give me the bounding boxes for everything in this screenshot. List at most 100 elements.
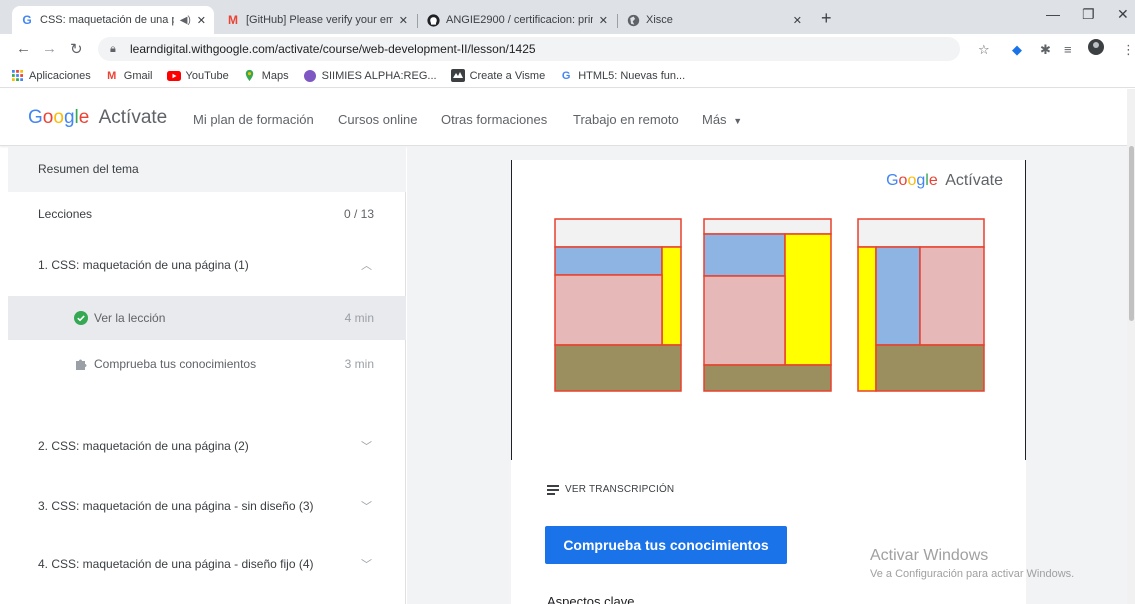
forward-arrow-icon[interactable]: →: [42, 40, 57, 57]
nav-otras-formaciones[interactable]: Otras formaciones: [441, 112, 547, 127]
layout-diagram: [554, 218, 985, 392]
view-transcript-link[interactable]: VER TRANSCRIPCIÓN: [547, 484, 674, 495]
bookmark-aplicaciones[interactable]: Aplicaciones: [10, 69, 91, 83]
bookmark-maps[interactable]: Maps: [243, 69, 289, 83]
lesson-video-frame[interactable]: Google Actívate: [511, 160, 1026, 460]
media-queue-icon[interactable]: ≡: [1064, 42, 1072, 57]
extension-graduation-icon[interactable]: ◆: [1012, 42, 1022, 58]
bookmark-visme[interactable]: Create a Visme: [450, 69, 546, 83]
close-tab-icon[interactable]: ✕: [399, 14, 408, 27]
bookmark-label: HTML5: Nuevas fun...: [578, 69, 686, 82]
bookmark-label: SIIMIES ALPHA:REG...: [321, 69, 437, 82]
reload-icon[interactable]: ↻: [70, 40, 83, 58]
tab-title: Xisce: [646, 14, 673, 26]
gmail-icon: M: [228, 13, 238, 27]
diagram-content-block: [919, 246, 985, 346]
diagram-nav-block: [703, 233, 786, 277]
caret-down-icon: ▼: [733, 116, 743, 126]
back-arrow-icon[interactable]: ←: [16, 40, 31, 57]
topic-summary[interactable]: Resumen del tema: [8, 146, 406, 192]
module-4[interactable]: 4. CSS: maquetación de una página - dise…: [8, 542, 406, 586]
chevron-up-icon: ︿: [361, 260, 372, 272]
close-tab-icon[interactable]: ✕: [793, 14, 802, 27]
star-bookmark-icon[interactable]: ☆: [978, 42, 990, 58]
minimize-icon[interactable]: —: [1046, 6, 1060, 22]
google-activate-logo[interactable]: Google Actívate: [28, 107, 167, 129]
diagram-header-block: [554, 218, 682, 248]
diagram-header-block: [857, 218, 985, 248]
chevron-down-icon: ﹀: [361, 559, 372, 571]
nav-mas[interactable]: Más ▼: [702, 112, 742, 127]
nav-mi-plan[interactable]: Mi plan de formación: [193, 112, 314, 127]
bookmark-label: Aplicaciones: [29, 69, 91, 82]
apps-grid-icon: [10, 69, 24, 83]
diagram-nav-block: [554, 246, 663, 276]
lesson-content-card: VER TRANSCRIPCIÓN Comprueba tus conocimi…: [511, 460, 1026, 604]
lesson-item-comprueba[interactable]: Comprueba tus conocimientos 3 min: [8, 342, 406, 386]
browser-tab-strip: G CSS: maquetación de una pá ◀) ✕ M [Git…: [0, 0, 1135, 34]
globe-icon: [626, 13, 640, 27]
module-1[interactable]: 1. CSS: maquetación de una página (1) ︿: [8, 243, 406, 287]
lock-icon: 🔒︎: [110, 42, 116, 55]
diagram-header-block: [703, 218, 832, 235]
lesson-main: Google Actívate VER TRANSCRIPCIÓN Compru…: [407, 146, 1127, 604]
tab-github-verify[interactable]: M [GitHub] Please verify your email ✕: [218, 6, 416, 34]
lesson-sidebar: Resumen del tema Lecciones 0 / 13 1. CSS…: [8, 146, 406, 604]
diagram-footer-block: [554, 344, 682, 392]
close-tab-icon[interactable]: ✕: [599, 14, 608, 27]
diagram-footer-block: [703, 364, 832, 392]
bookmark-label: Gmail: [123, 69, 153, 82]
diagram-sidebar-block: [661, 246, 682, 346]
profile-avatar-icon[interactable]: [1088, 39, 1104, 58]
maps-pin-icon: [243, 69, 257, 83]
diagram-content-block: [554, 274, 663, 346]
bookmark-html5[interactable]: G HTML5: Nuevas fun...: [559, 69, 685, 83]
logo-product-name: Actívate: [98, 107, 168, 128]
lessons-header: Lecciones 0 / 13: [38, 207, 374, 221]
diagram-sidebar-block: [784, 233, 832, 366]
new-tab-plus-icon[interactable]: +: [821, 8, 832, 29]
module-2[interactable]: 2. CSS: maquetación de una página (2) ﹀: [8, 424, 406, 468]
lesson-item-ver-leccion[interactable]: Ver la lección 4 min: [8, 296, 406, 340]
browser-toolbar: ← → ↻ 🔒︎ learndigital.withgoogle.com/act…: [0, 34, 1135, 64]
bookmark-siimies[interactable]: SIIMIES ALPHA:REG...: [303, 69, 437, 83]
youtube-icon: [166, 69, 181, 83]
address-bar[interactable]: 🔒︎ learndigital.withgoogle.com/activate/…: [98, 37, 960, 61]
check-circle-icon: [74, 311, 88, 325]
nav-trabajo-remoto[interactable]: Trabajo en remoto: [573, 112, 679, 127]
tab-css-maquetacion[interactable]: G CSS: maquetación de una pá ◀) ✕: [12, 6, 214, 34]
tab-angie-certificacion[interactable]: ANGIE2900 / certificacion: prime ✕: [418, 6, 616, 34]
purple-circle-icon: [303, 69, 317, 83]
check-knowledge-button[interactable]: Comprueba tus conocimientos: [545, 526, 787, 564]
nav-cursos-online[interactable]: Cursos online: [338, 112, 418, 127]
transcript-lines-icon: [547, 484, 559, 495]
extensions-puzzle-icon[interactable]: ✱: [1040, 42, 1051, 58]
github-icon: [426, 13, 440, 27]
diagram-sidebar-block: [857, 246, 877, 392]
bookmark-gmail[interactable]: M Gmail: [105, 69, 153, 83]
lessons-progress: 0 / 13: [343, 207, 374, 221]
close-tab-icon[interactable]: ✕: [197, 14, 206, 27]
layout-diagram-2: [703, 218, 832, 392]
visme-icon: [450, 69, 465, 83]
chevron-down-icon: ﹀: [361, 501, 372, 513]
bookmark-label: YouTube: [185, 69, 229, 82]
tab-title: [GitHub] Please verify your email: [246, 14, 393, 26]
page-scrollbar-thumb[interactable]: [1129, 146, 1134, 321]
gmail-icon: M: [107, 69, 117, 82]
google-g-icon: G: [561, 69, 571, 82]
menu-kebab-icon[interactable]: ⋮: [1122, 42, 1135, 58]
bookmark-youtube[interactable]: YouTube: [166, 69, 229, 83]
window-close-icon[interactable]: ✕: [1117, 6, 1129, 23]
site-header: Google Actívate Mi plan de formación Cur…: [0, 89, 1127, 146]
key-points-heading: Aspectos clave: [547, 594, 635, 604]
bookmark-label: Create a Visme: [469, 69, 546, 82]
google-g-icon: G: [22, 13, 32, 27]
tab-xisce[interactable]: Xisce ✕: [618, 6, 810, 34]
speaker-icon[interactable]: ◀): [180, 15, 191, 26]
tab-title: CSS: maquetación de una pá: [40, 14, 174, 26]
module-3[interactable]: 3. CSS: maquetación de una página - sin …: [8, 484, 406, 528]
restore-icon[interactable]: ❐: [1082, 6, 1095, 23]
bookmarks-bar: Aplicaciones M Gmail YouTube Maps SIIMIE…: [0, 64, 1135, 88]
diagram-content-block: [703, 275, 786, 366]
